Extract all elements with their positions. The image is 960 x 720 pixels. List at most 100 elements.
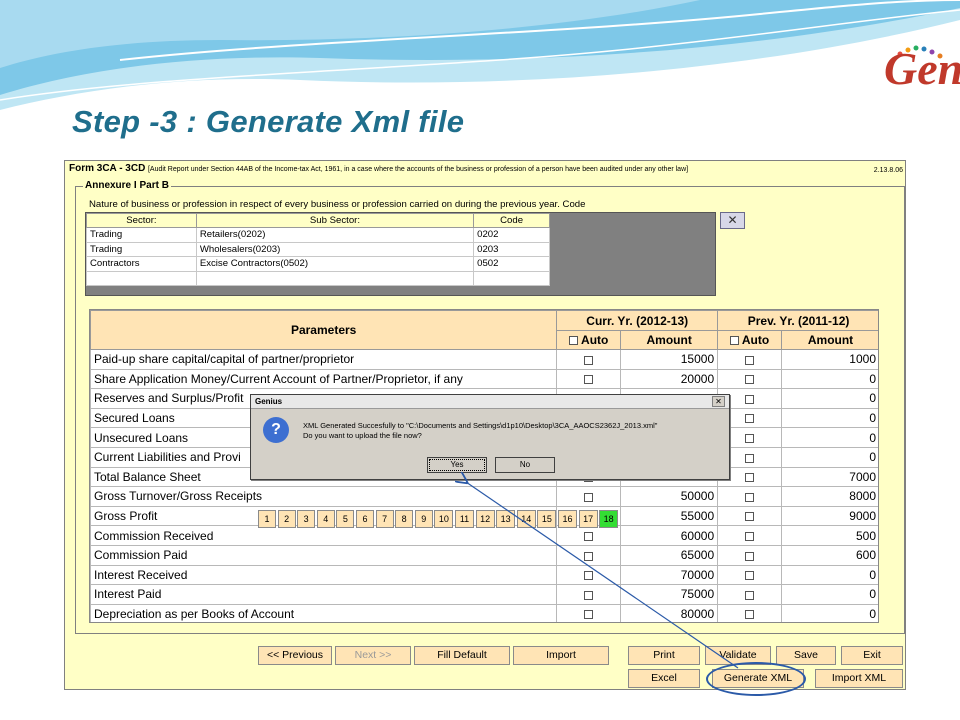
prev-amount-cell[interactable]: 1000 xyxy=(781,349,878,370)
prev-auto-cell[interactable] xyxy=(717,349,783,370)
prev-auto-cell[interactable] xyxy=(717,544,783,566)
auto-checkbox[interactable] xyxy=(584,492,594,502)
auto-checkbox[interactable] xyxy=(745,414,755,424)
curr-auto-cell[interactable] xyxy=(556,603,622,622)
curr-amount-cell[interactable]: 50000 xyxy=(620,486,719,507)
prev-amount-cell[interactable]: 0 xyxy=(781,368,878,390)
auto-checkbox[interactable] xyxy=(745,453,755,463)
dialog-close-icon[interactable]: ✕ xyxy=(712,396,725,407)
save-button[interactable]: Save xyxy=(776,646,836,665)
table-row[interactable]: Depreciation as per Books of Account 8000… xyxy=(90,603,878,622)
no-button[interactable]: No xyxy=(495,457,555,473)
curr-amount-cell[interactable]: 55000 xyxy=(620,505,719,527)
curr-amount-cell[interactable]: 70000 xyxy=(620,564,719,586)
close-icon[interactable]: ✕ xyxy=(720,212,745,229)
prev-auto-cell[interactable] xyxy=(717,368,783,390)
table-row[interactable]: Trading Wholesalers(0203) 0203 xyxy=(86,241,550,257)
auto-checkbox[interactable] xyxy=(745,590,755,600)
prev-amount-cell[interactable]: 8000 xyxy=(781,486,878,507)
prev-amount-cell[interactable]: 0 xyxy=(781,388,878,409)
page-button-13[interactable]: 13 xyxy=(496,510,516,528)
prev-auto-cell[interactable] xyxy=(717,603,783,622)
previous-button[interactable]: << Previous xyxy=(258,646,332,665)
next-button[interactable]: Next >> xyxy=(335,646,411,665)
prev-auto-cell[interactable] xyxy=(717,505,783,527)
auto-checkbox[interactable] xyxy=(745,512,755,522)
prev-amount-cell[interactable]: 0 xyxy=(781,407,878,429)
curr-auto-cell[interactable] xyxy=(556,486,622,507)
auto-checkbox[interactable] xyxy=(745,394,755,404)
auto-checkbox[interactable] xyxy=(584,355,594,365)
auto-checkbox[interactable] xyxy=(729,336,739,346)
auto-checkbox[interactable] xyxy=(745,473,755,483)
yes-button[interactable]: Yes xyxy=(427,457,487,473)
prev-auto-cell[interactable] xyxy=(717,486,783,507)
prev-amount-cell[interactable]: 0 xyxy=(781,427,878,448)
exit-button[interactable]: Exit xyxy=(841,646,903,665)
auto-checkbox[interactable] xyxy=(569,336,579,346)
import-button[interactable]: Import xyxy=(513,646,609,665)
page-button-2[interactable]: 2 xyxy=(277,510,296,528)
page-button-3[interactable]: 3 xyxy=(297,510,316,528)
auto-checkbox[interactable] xyxy=(745,610,755,620)
page-button-1[interactable]: 1 xyxy=(258,510,276,528)
curr-amount-cell[interactable]: 75000 xyxy=(620,584,719,605)
prev-amount-cell[interactable]: 0 xyxy=(781,564,878,586)
prev-amount-cell[interactable]: 9000 xyxy=(781,505,878,527)
prev-amount-cell[interactable]: 0 xyxy=(781,446,878,468)
page-button-17[interactable]: 17 xyxy=(578,510,598,528)
auto-checkbox[interactable] xyxy=(584,551,594,561)
table-row[interactable]: Contractors Excise Contractors(0502) 050… xyxy=(86,256,550,272)
page-button-6[interactable]: 6 xyxy=(356,510,374,528)
page-button-15[interactable]: 15 xyxy=(537,510,557,528)
page-button-8[interactable]: 8 xyxy=(395,510,414,528)
page-button-11[interactable]: 11 xyxy=(455,510,474,528)
fill-default-button[interactable]: Fill Default xyxy=(414,646,510,665)
auto-checkbox[interactable] xyxy=(745,355,755,365)
page-button-10[interactable]: 10 xyxy=(434,510,454,528)
table-row[interactable]: Interest Paid 75000 0 xyxy=(90,584,878,605)
auto-checkbox[interactable] xyxy=(584,531,594,541)
table-row[interactable]: Trading Retailers(0202) 0202 xyxy=(86,227,550,243)
prev-amount-cell[interactable]: 500 xyxy=(781,525,878,546)
curr-amount-cell[interactable]: 20000 xyxy=(620,368,719,390)
page-button-4[interactable]: 4 xyxy=(316,510,335,528)
auto-checkbox[interactable] xyxy=(745,492,755,502)
import-xml-button[interactable]: Import XML xyxy=(815,669,903,688)
curr-auto-cell[interactable] xyxy=(556,544,622,566)
auto-checkbox[interactable] xyxy=(584,590,594,600)
page-button-16[interactable]: 16 xyxy=(558,510,577,528)
curr-auto-cell[interactable] xyxy=(556,584,622,605)
prev-auto-header[interactable]: Auto xyxy=(717,330,783,350)
table-row[interactable]: Interest Received 70000 0 xyxy=(90,564,878,586)
curr-auto-header[interactable]: Auto xyxy=(556,330,622,350)
print-button[interactable]: Print xyxy=(628,646,700,665)
page-button-14[interactable]: 14 xyxy=(516,510,536,528)
excel-button[interactable]: Excel xyxy=(628,669,700,688)
prev-amount-cell[interactable]: 0 xyxy=(781,584,878,605)
auto-checkbox[interactable] xyxy=(584,571,594,581)
table-row[interactable]: Commission Received 60000 500 xyxy=(90,525,878,546)
table-row[interactable]: Gross Turnover/Gross Receipts 50000 8000 xyxy=(90,486,878,507)
auto-checkbox[interactable] xyxy=(584,610,594,620)
prev-amount-cell[interactable]: 7000 xyxy=(781,466,878,488)
page-button-9[interactable]: 9 xyxy=(414,510,433,528)
table-row[interactable]: Share Application Money/Current Account … xyxy=(90,368,878,390)
curr-auto-cell[interactable] xyxy=(556,368,622,390)
auto-checkbox[interactable] xyxy=(745,375,755,385)
auto-checkbox[interactable] xyxy=(745,571,755,581)
prev-auto-cell[interactable] xyxy=(717,525,783,546)
prev-amount-cell[interactable]: 600 xyxy=(781,544,878,566)
curr-auto-cell[interactable] xyxy=(556,525,622,546)
prev-auto-cell[interactable] xyxy=(717,584,783,605)
auto-checkbox[interactable] xyxy=(745,551,755,561)
table-row[interactable]: Commission Paid 65000 600 xyxy=(90,544,878,566)
curr-amount-cell[interactable]: 15000 xyxy=(620,349,719,370)
prev-auto-cell[interactable] xyxy=(717,564,783,586)
curr-amount-cell[interactable]: 60000 xyxy=(620,525,719,546)
page-button-5[interactable]: 5 xyxy=(336,510,355,528)
page-button-7[interactable]: 7 xyxy=(375,510,394,528)
curr-amount-cell[interactable]: 65000 xyxy=(620,544,719,566)
table-row[interactable]: Paid-up share capital/capital of partner… xyxy=(90,349,878,370)
page-button-12[interactable]: 12 xyxy=(475,510,495,528)
